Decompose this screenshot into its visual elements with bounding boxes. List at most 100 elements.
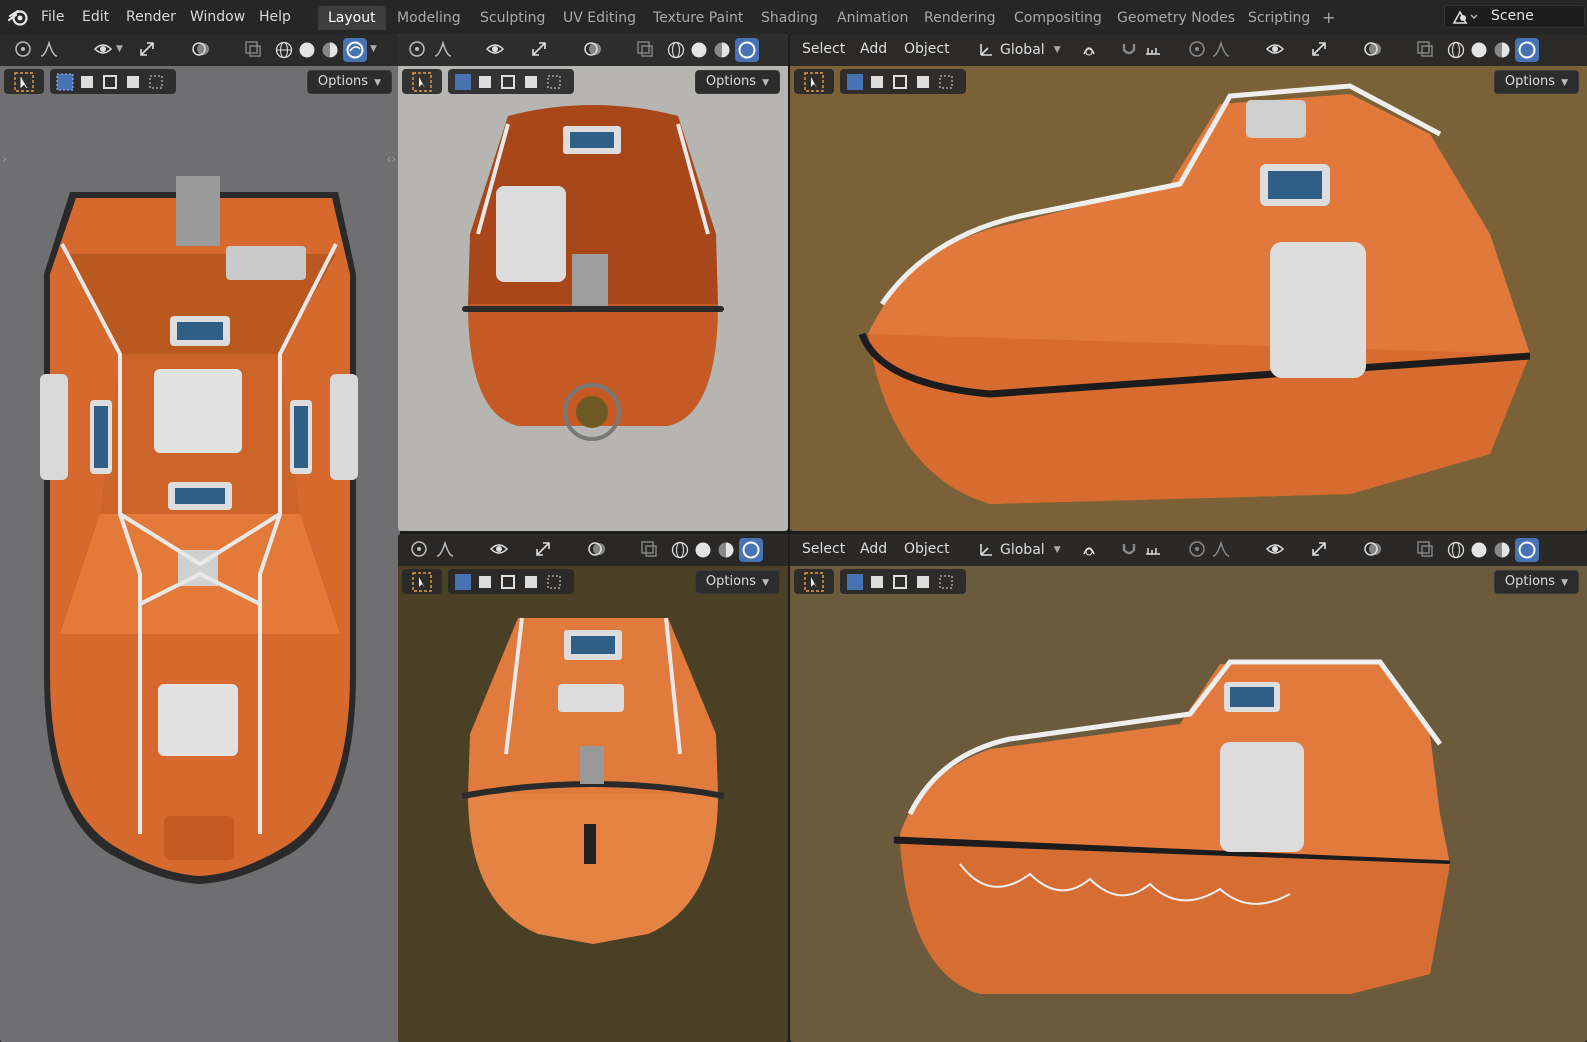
visibility-eye-icon[interactable] (1266, 540, 1284, 558)
pivot-point-icon[interactable] (410, 540, 428, 558)
tab-modeling[interactable]: Modeling (387, 6, 471, 30)
solid-shading-icon[interactable] (297, 40, 317, 60)
pivot-icon[interactable] (1080, 540, 1098, 558)
viewport-canvas[interactable] (790, 34, 1587, 531)
snap-magnet-icon[interactable] (1120, 540, 1138, 558)
sidebar-expand-arrow[interactable]: ‹› (386, 152, 396, 166)
toolbar-expand-arrow[interactable]: › (2, 152, 7, 166)
xray-icon[interactable] (244, 40, 262, 58)
menu-object[interactable]: Object (904, 541, 950, 557)
select-box-icon[interactable] (845, 572, 957, 592)
select-tool-icon[interactable] (804, 72, 824, 92)
gizmo-icon[interactable] (530, 40, 548, 58)
xray-icon[interactable] (636, 40, 654, 58)
proportional-falloff-icon[interactable] (434, 40, 452, 58)
viewport-top[interactable]: ▼ ▼ Options ▼ › ‹› (0, 34, 400, 1042)
tab-geometry-nodes[interactable]: Geometry Nodes (1107, 6, 1245, 30)
gizmo-icon[interactable] (1310, 40, 1328, 58)
tab-scripting[interactable]: Scripting (1238, 6, 1320, 30)
viewport-side[interactable]: Select Add Object Global ▼ Options ▼ (790, 534, 1587, 1042)
material-preview-icon[interactable] (716, 540, 736, 560)
menu-window[interactable]: Window (190, 9, 245, 25)
gizmo-icon[interactable] (534, 540, 552, 558)
viewport-canvas[interactable] (398, 534, 788, 1042)
menu-help[interactable]: Help (259, 9, 291, 25)
snap-increment-icon[interactable] (1144, 40, 1162, 58)
blender-logo-icon[interactable] (8, 7, 30, 27)
tab-sculpting[interactable]: Sculpting (470, 6, 555, 30)
menu-select[interactable]: Select (802, 41, 845, 57)
overlay-icon[interactable] (192, 40, 210, 58)
select-tool-icon[interactable] (412, 72, 432, 92)
select-tool-icon[interactable] (14, 72, 34, 92)
add-workspace-button[interactable]: + (1322, 8, 1335, 27)
tab-texture-paint[interactable]: Texture Paint (643, 6, 753, 30)
select-box-icon[interactable] (845, 72, 957, 92)
menu-add[interactable]: Add (860, 41, 887, 57)
viewport-back[interactable]: Options ▼ (398, 34, 788, 531)
options-dropdown[interactable]: Options ▼ (1493, 570, 1579, 594)
overlay-icon[interactable] (1364, 540, 1382, 558)
proportional-edit-icon[interactable] (1188, 40, 1206, 58)
menu-render[interactable]: Render (126, 9, 176, 25)
snap-magnet-icon[interactable] (1120, 40, 1138, 58)
tab-uv-editing[interactable]: UV Editing (553, 6, 646, 30)
proportional-falloff-icon[interactable] (1212, 540, 1230, 558)
rendered-shading-icon[interactable] (1515, 38, 1539, 62)
viewport-perspective[interactable]: Select Add Object Global ▼ Options ▼ (790, 34, 1587, 531)
wireframe-shading-icon[interactable] (666, 40, 686, 60)
proportional-falloff-icon[interactable] (40, 40, 58, 58)
solid-shading-icon[interactable] (1469, 540, 1489, 560)
wireframe-shading-icon[interactable] (274, 40, 294, 60)
select-box-icon[interactable] (453, 572, 565, 592)
viewport-canvas[interactable] (398, 34, 788, 531)
xray-icon[interactable] (640, 540, 658, 558)
menu-object[interactable]: Object (904, 41, 950, 57)
xray-icon[interactable] (1416, 40, 1434, 58)
rendered-shading-icon[interactable] (343, 38, 367, 62)
wireframe-shading-icon[interactable] (1446, 540, 1466, 560)
pivot-point-icon[interactable] (14, 40, 32, 58)
options-dropdown[interactable]: Options ▼ (694, 570, 780, 594)
material-preview-icon[interactable] (712, 40, 732, 60)
overlay-icon[interactable] (584, 40, 602, 58)
menu-file[interactable]: File (41, 9, 64, 25)
options-dropdown[interactable]: Options ▼ (1493, 70, 1579, 94)
transform-orientation-dropdown[interactable]: Global ▼ (976, 39, 1063, 61)
proportional-falloff-icon[interactable] (1212, 40, 1230, 58)
options-dropdown[interactable]: Options ▼ (306, 70, 392, 94)
menu-edit[interactable]: Edit (82, 9, 109, 25)
gizmo-icon[interactable] (138, 40, 156, 58)
visibility-eye-icon[interactable] (486, 40, 504, 58)
wireframe-shading-icon[interactable] (670, 540, 690, 560)
solid-shading-icon[interactable] (689, 40, 709, 60)
tab-compositing[interactable]: Compositing (1004, 6, 1112, 30)
options-dropdown[interactable]: Options ▼ (694, 70, 780, 94)
visibility-eye-icon[interactable] (94, 40, 112, 58)
select-box-icon[interactable] (453, 72, 565, 92)
solid-shading-icon[interactable] (693, 540, 713, 560)
material-preview-icon[interactable] (1492, 40, 1512, 60)
tab-shading[interactable]: Shading (751, 6, 828, 30)
pivot-point-icon[interactable] (408, 40, 426, 58)
rendered-shading-icon[interactable] (1515, 538, 1539, 562)
xray-icon[interactable] (1416, 540, 1434, 558)
tab-rendering[interactable]: Rendering (914, 6, 1006, 30)
pivot-icon[interactable] (1080, 40, 1098, 58)
tab-layout[interactable]: Layout (318, 6, 386, 30)
menu-add[interactable]: Add (860, 541, 887, 557)
material-preview-icon[interactable] (1492, 540, 1512, 560)
overlay-icon[interactable] (1364, 40, 1382, 58)
viewport-front[interactable]: Options ▼ (398, 534, 788, 1042)
viewport-canvas[interactable] (790, 534, 1587, 1042)
chevron-down-icon[interactable]: ▼ (116, 44, 123, 54)
select-tool-icon[interactable] (804, 572, 824, 592)
proportional-edit-icon[interactable] (1188, 540, 1206, 558)
shading-options-chevron[interactable]: ▼ (370, 44, 377, 54)
visibility-eye-icon[interactable] (490, 540, 508, 558)
select-tool-icon[interactable] (412, 572, 432, 592)
scene-selector[interactable]: Scene (1444, 5, 1585, 28)
tab-animation[interactable]: Animation (827, 6, 918, 30)
overlay-icon[interactable] (588, 540, 606, 558)
menu-select[interactable]: Select (802, 541, 845, 557)
